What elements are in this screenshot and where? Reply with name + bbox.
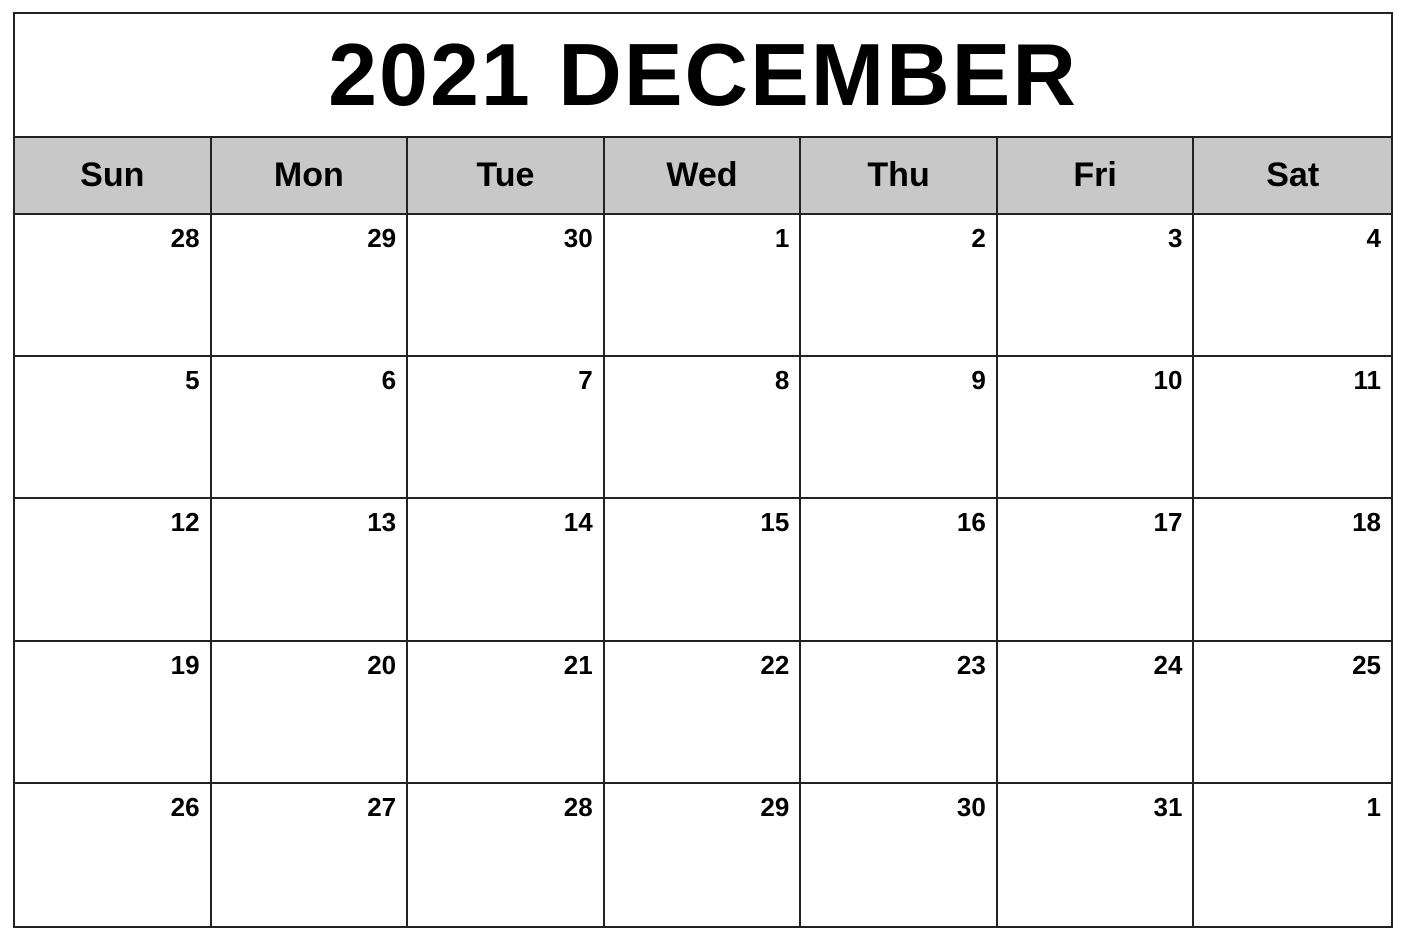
day-number: 27 — [367, 792, 396, 822]
day-cell: 21 — [408, 642, 605, 784]
day-header: Tue — [408, 138, 605, 215]
day-number: 1 — [775, 223, 789, 253]
day-cell: 14 — [408, 499, 605, 641]
week-row: 5 6 7 8 9 10 11 — [15, 357, 1391, 499]
day-header: Sat — [1194, 138, 1391, 215]
day-cell: 24 — [998, 642, 1195, 784]
day-cell: 17 — [998, 499, 1195, 641]
day-number: 6 — [382, 365, 396, 395]
day-header: Fri — [998, 138, 1195, 215]
day-cell: 25 — [1194, 642, 1391, 784]
calendar-header: 2021 DECEMBER — [15, 14, 1391, 138]
day-number: 24 — [1154, 650, 1183, 680]
day-number: 23 — [957, 650, 986, 680]
day-header: Mon — [212, 138, 409, 215]
calendar-title: 2021 DECEMBER — [15, 24, 1391, 126]
day-number: 30 — [957, 792, 986, 822]
day-number: 29 — [760, 792, 789, 822]
day-cell: 16 — [801, 499, 998, 641]
day-cell: 12 — [15, 499, 212, 641]
day-number: 18 — [1352, 507, 1381, 537]
day-number: 25 — [1352, 650, 1381, 680]
day-number: 13 — [367, 507, 396, 537]
day-number: 19 — [171, 650, 200, 680]
day-number: 21 — [564, 650, 593, 680]
day-cell: 29 — [212, 215, 409, 357]
day-number: 15 — [760, 507, 789, 537]
day-cell: 28 — [15, 215, 212, 357]
day-number: 11 — [1353, 365, 1381, 395]
weeks: 2829301234567891011121314151617181920212… — [15, 215, 1391, 926]
day-number: 5 — [185, 365, 199, 395]
day-cell: 5 — [15, 357, 212, 499]
day-cell: 11 — [1194, 357, 1391, 499]
day-number: 22 — [760, 650, 789, 680]
day-number: 9 — [971, 365, 985, 395]
day-cell: 9 — [801, 357, 998, 499]
day-cell: 6 — [212, 357, 409, 499]
day-number: 8 — [775, 365, 789, 395]
day-number: 28 — [564, 792, 593, 822]
day-cell: 31 — [998, 784, 1195, 926]
day-number: 16 — [957, 507, 986, 537]
day-number: 4 — [1367, 223, 1381, 253]
day-number: 28 — [171, 223, 200, 253]
week-row: 26 27 28 29 30 31 1 — [15, 784, 1391, 926]
week-row: 12 13 14 15 16 17 18 — [15, 499, 1391, 641]
day-headers: SunMonTueWedThuFriSat — [15, 138, 1391, 215]
day-header: Sun — [15, 138, 212, 215]
day-number: 3 — [1168, 223, 1182, 253]
week-row: 19 20 21 22 23 24 25 — [15, 642, 1391, 784]
day-cell: 29 — [605, 784, 802, 926]
day-cell: 23 — [801, 642, 998, 784]
day-number: 30 — [564, 223, 593, 253]
day-cell: 27 — [212, 784, 409, 926]
day-cell: 8 — [605, 357, 802, 499]
day-cell: 28 — [408, 784, 605, 926]
day-number: 29 — [367, 223, 396, 253]
day-number: 2 — [971, 223, 985, 253]
day-cell: 20 — [212, 642, 409, 784]
day-cell: 7 — [408, 357, 605, 499]
calendar: 2021 DECEMBER SunMonTueWedThuFriSat 2829… — [13, 12, 1393, 928]
day-cell: 1 — [605, 215, 802, 357]
day-header: Wed — [605, 138, 802, 215]
day-cell: 18 — [1194, 499, 1391, 641]
day-number: 14 — [564, 507, 593, 537]
day-number: 1 — [1367, 792, 1381, 822]
day-cell: 4 — [1194, 215, 1391, 357]
day-header: Thu — [801, 138, 998, 215]
day-cell: 19 — [15, 642, 212, 784]
day-number: 26 — [171, 792, 200, 822]
day-cell: 30 — [801, 784, 998, 926]
calendar-grid: SunMonTueWedThuFriSat 282930123456789101… — [15, 138, 1391, 926]
day-cell: 26 — [15, 784, 212, 926]
day-cell: 3 — [998, 215, 1195, 357]
day-number: 10 — [1154, 365, 1183, 395]
day-cell: 13 — [212, 499, 409, 641]
day-cell: 15 — [605, 499, 802, 641]
day-cell: 1 — [1194, 784, 1391, 926]
day-number: 20 — [367, 650, 396, 680]
day-number: 12 — [171, 507, 200, 537]
day-number: 31 — [1154, 792, 1183, 822]
day-cell: 22 — [605, 642, 802, 784]
day-number: 7 — [578, 365, 592, 395]
week-row: 28 29 30 1 2 3 4 — [15, 215, 1391, 357]
day-cell: 30 — [408, 215, 605, 357]
day-cell: 2 — [801, 215, 998, 357]
day-cell: 10 — [998, 357, 1195, 499]
day-number: 17 — [1154, 507, 1183, 537]
